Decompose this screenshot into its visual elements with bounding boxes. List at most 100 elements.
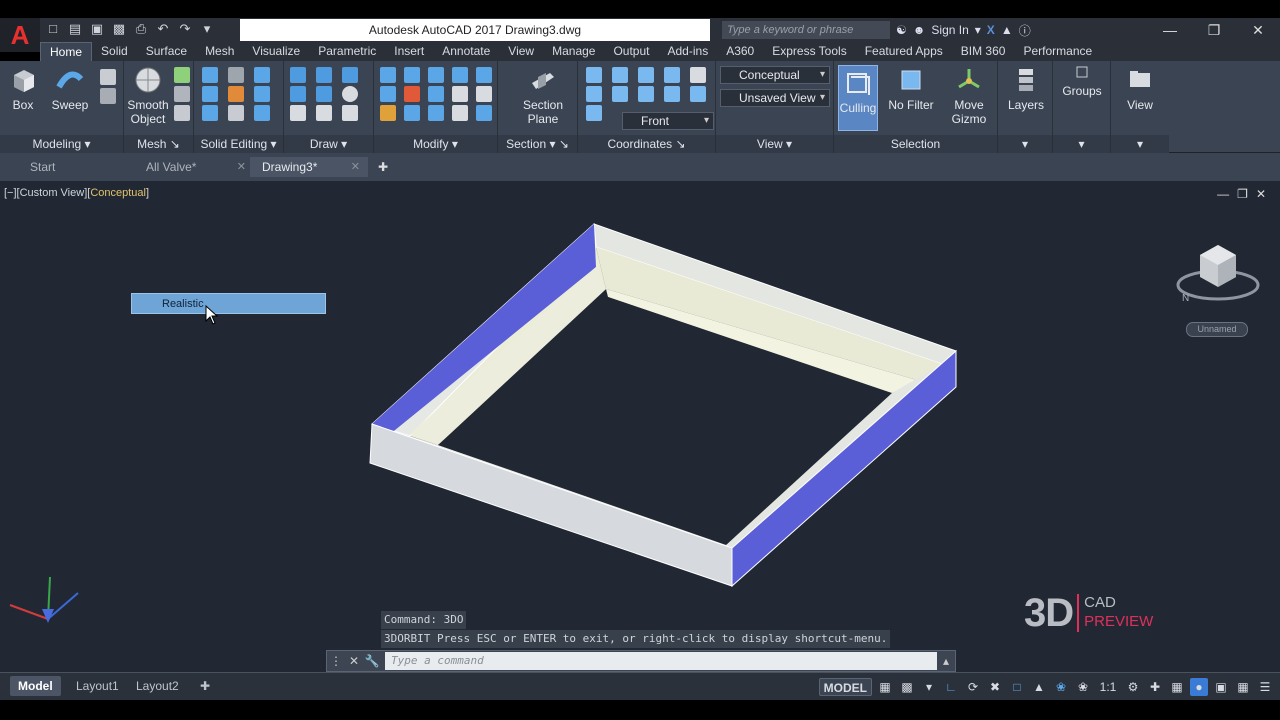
ucs-view-icon[interactable]: [612, 86, 628, 102]
save-icon[interactable]: ▣: [88, 20, 106, 38]
selection-cycling-icon[interactable]: ▲: [1030, 678, 1048, 696]
ribbon-tab-visualize[interactable]: Visualize: [243, 42, 309, 61]
copy-icon[interactable]: [452, 86, 468, 102]
ucs-world-icon[interactable]: [612, 67, 628, 83]
extrude-faces-icon[interactable]: [254, 86, 270, 102]
minimize-icon[interactable]: —: [1148, 18, 1192, 42]
command-close-icon[interactable]: ✕: [345, 654, 363, 668]
new-icon[interactable]: □: [44, 20, 62, 38]
redo-icon[interactable]: ↷: [176, 20, 194, 38]
ribbon-tab-performance[interactable]: Performance: [1014, 42, 1101, 61]
intersect-icon[interactable]: [202, 105, 218, 121]
ribbon-tab-view[interactable]: View: [499, 42, 543, 61]
isodraft-icon[interactable]: ✖: [986, 678, 1004, 696]
extract-edges-icon[interactable]: [254, 67, 270, 83]
exchange-icon[interactable]: X: [987, 23, 995, 37]
file-tab-start[interactable]: Start: [18, 157, 136, 177]
sweep-button[interactable]: Sweep: [50, 65, 90, 112]
chevron-down-icon[interactable]: ▾: [975, 23, 981, 37]
close-icon[interactable]: ✕: [1236, 18, 1280, 42]
command-input[interactable]: Type a command: [385, 652, 937, 670]
move-gizmo-button[interactable]: Move Gizmo: [944, 65, 994, 126]
file-tab-all-valve[interactable]: All Valve* ✕: [134, 157, 254, 177]
context-menu-item-realistic[interactable]: Realistic: [131, 293, 326, 314]
grid-icon[interactable]: ▦: [876, 678, 894, 696]
3d-move-icon[interactable]: [404, 67, 420, 83]
3d-array-icon[interactable]: [404, 105, 420, 121]
visual-style-dropdown[interactable]: Conceptual: [720, 66, 830, 84]
ribbon-tab-surface[interactable]: Surface: [137, 42, 196, 61]
layout-tab-model[interactable]: Model: [10, 676, 61, 696]
named-view-dropdown[interactable]: Unsaved View: [720, 89, 830, 107]
ucs-x-icon[interactable]: [586, 105, 602, 121]
ribbon-tab-express-tools[interactable]: Express Tools: [763, 42, 855, 61]
search-input[interactable]: Type a keyword or phrase: [722, 21, 890, 39]
mesh-refine-icon[interactable]: [174, 86, 190, 102]
ribbon-tab-parametric[interactable]: Parametric: [309, 42, 385, 61]
rotate-icon[interactable]: [428, 86, 444, 102]
command-line-grip-icon[interactable]: ⋮: [327, 654, 345, 668]
ucs-icon[interactable]: [586, 67, 602, 83]
print-icon[interactable]: ⎙: [132, 20, 150, 38]
restore-icon[interactable]: ❐: [1192, 18, 1236, 42]
close-tab-icon[interactable]: ✕: [351, 157, 360, 177]
hardware-acceleration-icon[interactable]: ▣: [1212, 678, 1230, 696]
mirror-icon[interactable]: [452, 105, 468, 121]
groups-button[interactable]: Groups: [1059, 65, 1105, 98]
snap-icon[interactable]: ▩: [898, 678, 916, 696]
annotation-visibility-icon[interactable]: ❀: [1052, 678, 1070, 696]
help-icon[interactable]: ⓘ: [1019, 22, 1031, 39]
mesh-smooth-icon[interactable]: [174, 67, 190, 83]
ribbon-tab-manage[interactable]: Manage: [543, 42, 604, 61]
viewcube[interactable]: N: [1172, 233, 1264, 313]
ribbon-tab-bim-360[interactable]: BIM 360: [952, 42, 1015, 61]
ucs-3point-icon[interactable]: [690, 86, 706, 102]
polar-icon[interactable]: ⟳: [964, 678, 982, 696]
ucs-origin-icon[interactable]: [638, 86, 654, 102]
mesh-panel-title[interactable]: Mesh ↘: [124, 135, 193, 153]
line-icon[interactable]: [316, 86, 332, 102]
undo-icon[interactable]: ↶: [154, 20, 172, 38]
customization-menu-icon[interactable]: ☰: [1256, 678, 1274, 696]
layers-panel-title[interactable]: ▾: [998, 135, 1052, 153]
thicken-icon[interactable]: [228, 105, 244, 121]
ellipse-icon[interactable]: [342, 105, 358, 121]
3d-rotate-icon[interactable]: [452, 67, 468, 83]
section-plane-button[interactable]: Section Plane: [518, 65, 568, 126]
separate-icon[interactable]: [254, 105, 270, 121]
fillet-icon[interactable]: [380, 86, 396, 102]
command-history-toggle-icon[interactable]: ▴: [937, 654, 955, 668]
application-menu-button[interactable]: A: [0, 18, 40, 52]
subtract-icon[interactable]: [202, 86, 218, 102]
viewport-close-icon[interactable]: ✕: [1256, 187, 1266, 201]
ribbon-tab-a360[interactable]: A360: [717, 42, 763, 61]
a360-icon[interactable]: ▲: [1001, 23, 1013, 37]
file-tab-drawing3[interactable]: Drawing3* ✕: [250, 157, 368, 177]
add-layout-button[interactable]: ✚: [192, 676, 218, 696]
open-icon[interactable]: ▤: [66, 20, 84, 38]
close-tab-icon[interactable]: ✕: [237, 157, 246, 177]
ribbon-tab-featured-apps[interactable]: Featured Apps: [856, 42, 952, 61]
view-orientation-dropdown[interactable]: Front: [622, 112, 714, 130]
view-panel-title[interactable]: View ▾: [716, 135, 833, 153]
clean-screen-icon[interactable]: ▦: [1234, 678, 1252, 696]
move-icon[interactable]: [428, 67, 444, 83]
slice-icon[interactable]: [228, 67, 244, 83]
helix-icon[interactable]: [316, 67, 332, 83]
polygon-icon[interactable]: [290, 105, 306, 121]
ucs-zaxis-icon[interactable]: [664, 86, 680, 102]
rectangle-icon[interactable]: [316, 105, 332, 121]
object-snap-icon[interactable]: □: [1008, 678, 1026, 696]
chevron-down-icon[interactable]: ▾: [920, 678, 938, 696]
chamfer-icon[interactable]: [476, 86, 492, 102]
trim-icon[interactable]: [380, 67, 396, 83]
smooth-object-button[interactable]: Smooth Object: [126, 65, 170, 126]
extrude-icon[interactable]: [100, 69, 116, 85]
ucs-icon-toggle[interactable]: [690, 67, 706, 83]
annotation-scale[interactable]: 1:1: [1096, 678, 1120, 696]
ribbon-tab-insert[interactable]: Insert: [385, 42, 433, 61]
interfere-icon[interactable]: [228, 86, 244, 102]
modify-panel-title[interactable]: Modify ▾: [374, 135, 497, 153]
new-tab-button[interactable]: ✚: [372, 157, 396, 177]
no-filter-button[interactable]: No Filter: [886, 65, 936, 112]
